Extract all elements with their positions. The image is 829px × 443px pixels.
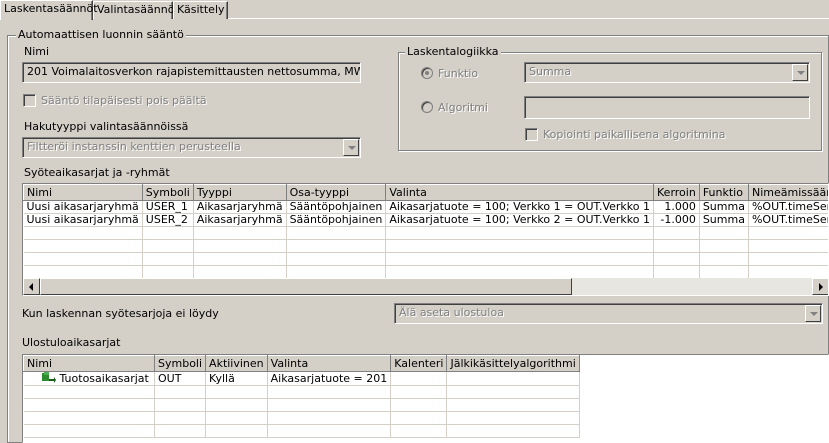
table-row[interactable]: Uusi aikasarjaryhmä USER_2 Aikasarjaryhm… (23, 213, 828, 227)
missing-input-label: Kun laskennan syötesarjoja ei löydy (22, 307, 219, 320)
function-select[interactable]: Summa (524, 62, 810, 83)
cell-nimeamis: %OUT.timeSeriesProduc (748, 213, 828, 227)
algorithm-field[interactable] (524, 96, 810, 119)
search-type-value: Filtteröi instanssin kenttien perusteell… (27, 140, 241, 153)
column-header[interactable]: Kalenteri (390, 355, 448, 372)
cell-funktio: Summa (699, 213, 749, 227)
table-row[interactable]: Tuotosaikasarjat OUT Kyllä Aikasarjatuot… (23, 371, 580, 386)
temp-disabled-label: Sääntö tilapäisesti pois päältä (41, 94, 207, 107)
empty-row (23, 252, 828, 266)
calc-logic-group-title: Laskentalogiikka (405, 45, 501, 58)
cell-osatyyppi: Sääntöpohjainen (286, 200, 387, 214)
column-header[interactable]: Funktio (698, 184, 749, 201)
inputs-grid[interactable]: Nimi Symboli Tyyppi Osa-tyyppi Valinta K… (22, 183, 829, 296)
column-header[interactable]: Nimeämissääntö (747, 184, 828, 201)
empty-row (23, 265, 828, 279)
empty-row (23, 385, 580, 399)
column-header[interactable]: Kerroin (653, 184, 700, 201)
column-header[interactable]: Osa-tyyppi (285, 184, 387, 201)
cell-tyyppi: Aikasarjaryhmä (193, 200, 287, 214)
cell-valinta: Aikasarjatuote = 100; Verkko 2 = OUT.Ver… (385, 213, 655, 227)
cell-symboli: OUT (154, 371, 207, 386)
inputs-title: Syöteaikasarjat ja -ryhmät (24, 166, 170, 179)
cell-symboli: USER_1 (142, 200, 194, 214)
column-header[interactable]: Jälkikäsittelyalgorithmi (446, 355, 580, 372)
cell-kerroin: 1.000 (653, 200, 700, 214)
inputs-hscrollbar[interactable] (23, 278, 828, 295)
copy-local-label: Kopiointi paikallisena algoritmina (543, 128, 726, 141)
output-name: Tuotosaikasarjat (59, 372, 149, 385)
column-header[interactable]: Nimi (23, 355, 155, 372)
scroll-right-icon[interactable] (812, 278, 828, 295)
missing-input-value: Älä aseta ulostuloa (399, 306, 504, 319)
column-header[interactable]: Tyyppi (192, 184, 287, 201)
chevron-down-icon[interactable] (792, 64, 808, 81)
search-type-select[interactable]: Filtteröi instanssin kenttien perusteell… (22, 137, 361, 158)
missing-input-select[interactable]: Älä aseta ulostuloa (394, 303, 823, 324)
cell-aktiivinen: Kyllä (205, 371, 268, 386)
outputs-grid[interactable]: Nimi Symboli Aktiivinen Valinta Kalenter… (22, 354, 829, 443)
column-header[interactable]: Valinta (266, 355, 392, 372)
tab-valintasaannot[interactable]: Valintasäännöt (93, 1, 179, 19)
name-field[interactable]: 201 Voimalaitosverkon rajapistemittauste… (22, 62, 361, 83)
cell-nimi: Uusi aikasarjaryhmä (23, 200, 143, 214)
function-radio[interactable] (421, 67, 433, 79)
empty-row (23, 424, 580, 438)
scroll-left-icon[interactable] (23, 278, 40, 295)
empty-row (23, 411, 580, 425)
cell-nimeamis: %OUT.timeSeriesProduc (748, 200, 828, 214)
table-row[interactable]: Uusi aikasarjaryhmä USER_1 Aikasarjaryhm… (23, 200, 828, 214)
function-label: Funktio (438, 67, 479, 80)
cell-osatyyppi: Sääntöpohjainen (286, 213, 387, 227)
cell-kalenteri (390, 371, 448, 386)
cell-nimi: Uusi aikasarjaryhmä (23, 213, 143, 227)
tab-kasittely[interactable]: Käsittely (173, 1, 228, 19)
tab-laskentasaannot[interactable]: Laskentasäännöt (0, 0, 98, 20)
empty-row (23, 398, 580, 412)
column-header[interactable]: Symboli (141, 184, 194, 201)
timeseries-output-icon (41, 372, 56, 383)
column-header[interactable]: Symboli (153, 355, 207, 372)
column-header[interactable]: Aktiivinen (205, 355, 268, 372)
algorithm-radio[interactable] (421, 101, 433, 113)
chevron-down-icon[interactable] (805, 305, 821, 322)
cell-valinta: Aikasarjatuote = 201 (267, 371, 392, 386)
search-type-label: Hakutyyppi valintasäännöissä (24, 120, 189, 133)
inputs-table: Nimi Symboli Tyyppi Osa-tyyppi Valinta K… (23, 184, 828, 279)
empty-row (23, 226, 828, 240)
inputs-header-row: Nimi Symboli Tyyppi Osa-tyyppi Valinta K… (23, 184, 828, 201)
auto-rule-group-title: Automaattisen luonnin sääntö (16, 28, 186, 41)
empty-row (23, 239, 828, 253)
cell-funktio: Summa (699, 200, 749, 214)
function-value: Summa (529, 65, 572, 78)
cell-jalki (446, 371, 580, 386)
outputs-title: Ulostuloaikasarjat (22, 336, 121, 349)
copy-local-checkbox[interactable] (525, 128, 538, 141)
scroll-thumb[interactable] (40, 278, 572, 295)
chevron-down-icon[interactable] (343, 139, 359, 156)
outputs-header-row: Nimi Symboli Aktiivinen Valinta Kalenter… (23, 355, 580, 372)
cell-nimi: Tuotosaikasarjat (23, 371, 155, 386)
column-header[interactable]: Valinta (385, 184, 655, 201)
algorithm-label: Algoritmi (438, 101, 488, 114)
cell-symboli: USER_2 (142, 213, 194, 227)
column-header[interactable]: Nimi (23, 184, 143, 201)
temp-disabled-checkbox[interactable] (23, 94, 36, 107)
name-label: Nimi (24, 45, 50, 58)
cell-tyyppi: Aikasarjaryhmä (193, 213, 287, 227)
cell-valinta: Aikasarjatuote = 100; Verkko 1 = OUT.Ver… (385, 200, 655, 214)
tab-strip: Laskentasäännöt Valintasäännöt Käsittely (0, 0, 829, 20)
cell-kerroin: -1.000 (653, 213, 700, 227)
outputs-table: Nimi Symboli Aktiivinen Valinta Kalenter… (23, 355, 580, 438)
